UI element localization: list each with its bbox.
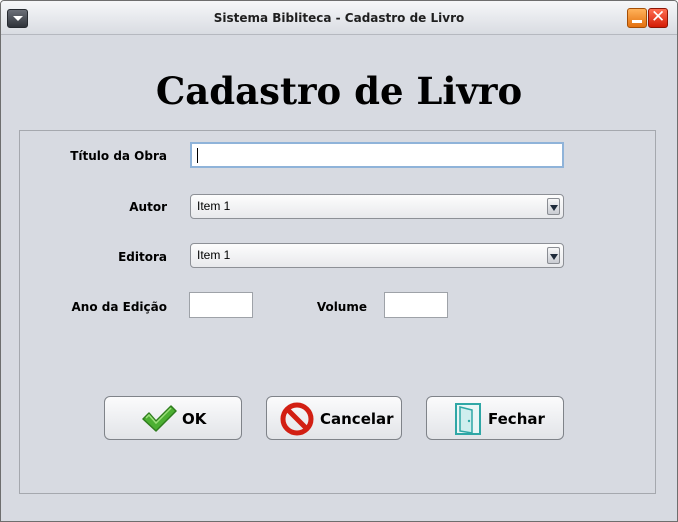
window-title: Sistema Bibliteca - Cadastro de Livro bbox=[213, 11, 465, 25]
titulo-label: Título da Obra bbox=[70, 149, 167, 163]
minimize-icon bbox=[632, 20, 642, 23]
autor-select[interactable]: Item 1 bbox=[190, 194, 564, 219]
app-window: Sistema Bibliteca - Cadastro de Livro ✕ … bbox=[0, 0, 678, 522]
editora-select[interactable]: Item 1 bbox=[190, 243, 564, 268]
cancelar-button[interactable]: Cancelar bbox=[266, 396, 402, 440]
fechar-button-label: Fechar bbox=[488, 410, 545, 428]
no-entry-icon bbox=[280, 402, 314, 436]
volume-input[interactable] bbox=[384, 292, 448, 318]
text-caret bbox=[197, 148, 198, 163]
autor-dropdown-button[interactable] bbox=[547, 198, 560, 215]
editora-label: Editora bbox=[118, 250, 167, 264]
editora-dropdown-button[interactable] bbox=[547, 247, 560, 264]
titulo-input[interactable] bbox=[190, 142, 564, 168]
ok-button-label: OK bbox=[182, 410, 207, 428]
checkmark-icon bbox=[142, 405, 177, 432]
chevron-down-icon bbox=[550, 254, 558, 260]
fechar-button[interactable]: Fechar bbox=[426, 396, 564, 440]
ano-label: Ano da Edição bbox=[71, 300, 167, 314]
ano-input[interactable] bbox=[189, 292, 253, 318]
cancelar-button-label: Cancelar bbox=[320, 410, 394, 428]
volume-label: Volume bbox=[316, 300, 367, 314]
close-window-button[interactable]: ✕ bbox=[648, 7, 668, 28]
autor-selected-value: Item 1 bbox=[197, 199, 231, 213]
minimize-button[interactable] bbox=[627, 8, 647, 28]
autor-label: Autor bbox=[129, 200, 167, 214]
close-icon: ✕ bbox=[651, 7, 666, 27]
ok-button[interactable]: OK bbox=[104, 396, 242, 440]
chevron-down-icon bbox=[550, 205, 558, 211]
editora-selected-value: Item 1 bbox=[197, 248, 231, 262]
title-bar[interactable]: Sistema Bibliteca - Cadastro de Livro ✕ bbox=[1, 1, 677, 35]
page-title: Cadastro de Livro bbox=[155, 69, 523, 113]
door-icon bbox=[455, 403, 481, 435]
